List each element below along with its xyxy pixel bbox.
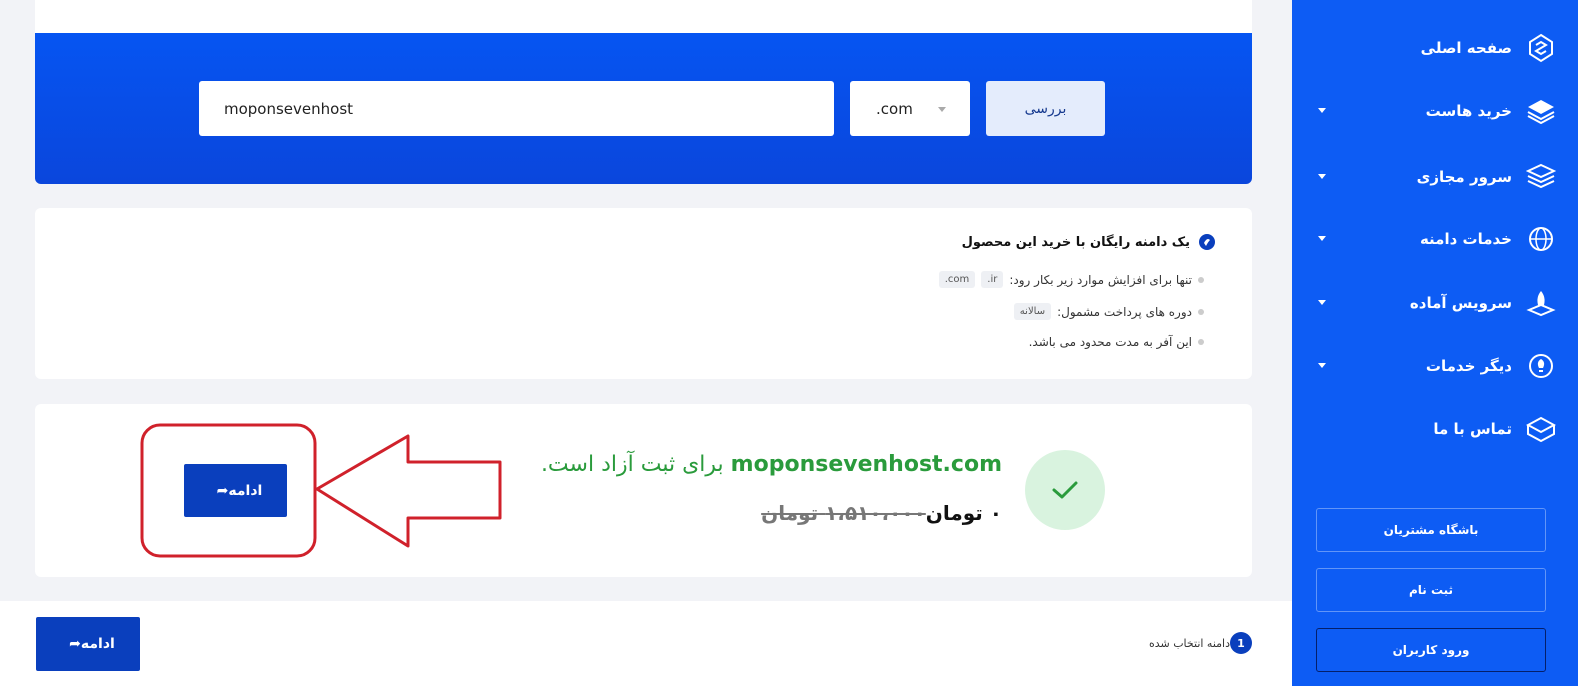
sidebar-item-other-services[interactable]: دیگر خدمات xyxy=(1292,346,1578,386)
sidebar-item-domain[interactable]: خدمات دامنه xyxy=(1292,219,1578,259)
mail-box-icon xyxy=(1526,414,1556,444)
old-price: ۱،۵۱۰،۰۰۰ تومان xyxy=(761,501,926,525)
sidebar: صفحه اصلی خرید هاست سرور مجازی خدمات دام… xyxy=(1292,0,1578,686)
badge-icon xyxy=(1199,234,1215,250)
bullet-icon xyxy=(1198,308,1204,315)
domain-search-input[interactable]: moponsevenhost xyxy=(199,81,834,136)
offer-title: یک دامنه رایگان با خرید این محصول xyxy=(962,233,1216,251)
rocket-icon xyxy=(1526,288,1556,318)
chevron-down-icon xyxy=(1318,108,1326,113)
tld-tag: .ir xyxy=(981,271,1004,288)
sidebar-item-home[interactable]: صفحه اصلی xyxy=(1292,28,1578,68)
sidebar-item-label: خدمات دامنه xyxy=(1419,230,1512,248)
sidebar-item-ready-service[interactable]: سرویس آماده xyxy=(1292,283,1578,323)
check-domain-button[interactable]: بررسی xyxy=(986,81,1105,136)
register-button[interactable]: ثبت نام xyxy=(1316,568,1546,612)
sidebar-item-label: سرور مجازی xyxy=(1416,168,1512,186)
result-domain: moponsevenhost.com xyxy=(730,452,1002,477)
chevron-down-icon xyxy=(1318,363,1326,368)
sidebar-item-label: سرویس آماده xyxy=(1409,294,1512,312)
footer-continue-button[interactable]: ادامه ➦ xyxy=(36,617,140,671)
selected-count-label: دامنه انتخاب شده xyxy=(1148,636,1230,650)
availability-text: برای ثبت آزاد است. xyxy=(540,452,724,477)
cycle-tag: سالانه xyxy=(1013,303,1052,320)
server-stack-icon xyxy=(1526,162,1556,192)
offer-line-cycles: دوره های پرداخت مشمول: سالانه xyxy=(1013,303,1204,320)
tld-tag: .com xyxy=(938,271,976,288)
continue-button-label: ادامه xyxy=(228,482,263,499)
sidebar-item-hosting[interactable]: خرید هاست xyxy=(1292,91,1578,131)
offer-line-cycles-text: دوره های پرداخت مشمول: xyxy=(1057,304,1192,319)
sidebar-item-vps[interactable]: سرور مجازی xyxy=(1292,157,1578,197)
domain-search-banner: moponsevenhost .com بررسی xyxy=(35,33,1252,184)
offer-line-tlds-text: تنها برای افزایش موارد زیر بکار رود: xyxy=(1009,272,1192,287)
share-arrow-icon: ➦ xyxy=(69,636,81,652)
home-logo-icon xyxy=(1526,33,1556,63)
price-value: ۰ تومان xyxy=(925,501,1002,525)
selected-count-badge: 1 xyxy=(1230,632,1252,654)
sidebar-item-label: دیگر خدمات xyxy=(1425,357,1512,375)
continue-button[interactable]: ادامه ➦ xyxy=(184,464,287,517)
tld-select[interactable]: .com xyxy=(850,81,970,136)
chevron-down-icon xyxy=(1318,236,1326,241)
offer-card: یک دامنه رایگان با خرید این محصول تنها ب… xyxy=(35,208,1252,379)
top-card xyxy=(35,0,1252,33)
footer-bar: ادامه ➦ 1 دامنه انتخاب شده xyxy=(0,601,1292,686)
bullet-icon xyxy=(1198,276,1204,283)
bullet-icon xyxy=(1198,339,1204,345)
domain-search-value: moponsevenhost xyxy=(224,99,354,118)
offer-line-tlds: تنها برای افزایش موارد زیر بکار رود: .ir… xyxy=(938,271,1204,288)
offer-line-limited: این آفر به مدت محدود می باشد. xyxy=(1029,335,1204,349)
offer-title-text: یک دامنه رایگان با خرید این محصول xyxy=(961,234,1190,250)
share-arrow-icon: ➦ xyxy=(216,482,229,499)
sidebar-item-label: صفحه اصلی xyxy=(1420,39,1512,57)
sidebar-item-label: تماس با ما xyxy=(1433,420,1512,438)
domain-result-card: moponsevenhost.com برای ثبت آزاد است. ۰ … xyxy=(35,404,1252,577)
customer-club-button[interactable]: باشگاه مشتریان xyxy=(1316,508,1546,552)
chevron-down-icon xyxy=(938,107,946,112)
layers-icon xyxy=(1526,96,1556,126)
tld-select-value: .com xyxy=(876,99,913,118)
lightbulb-icon xyxy=(1526,351,1556,381)
checkmark-icon xyxy=(1052,481,1078,499)
chevron-down-icon xyxy=(1318,300,1326,305)
sidebar-item-label: خرید هاست xyxy=(1425,102,1512,120)
chevron-down-icon xyxy=(1318,174,1326,179)
footer-continue-label: ادامه xyxy=(80,636,115,652)
offer-line-limited-text: این آفر به مدت محدود می باشد. xyxy=(1028,335,1192,349)
availability-message: moponsevenhost.com برای ثبت آزاد است. xyxy=(541,452,1002,477)
login-button[interactable]: ورود کاربران xyxy=(1316,628,1546,672)
success-check-icon xyxy=(1025,450,1105,530)
price-line: ۰ تومان۱،۵۱۰،۰۰۰ تومان xyxy=(761,501,1002,525)
globe-icon xyxy=(1526,224,1556,254)
sidebar-item-contact[interactable]: تماس با ما xyxy=(1292,409,1578,449)
selected-domains-indicator: 1 دامنه انتخاب شده xyxy=(1149,632,1252,654)
